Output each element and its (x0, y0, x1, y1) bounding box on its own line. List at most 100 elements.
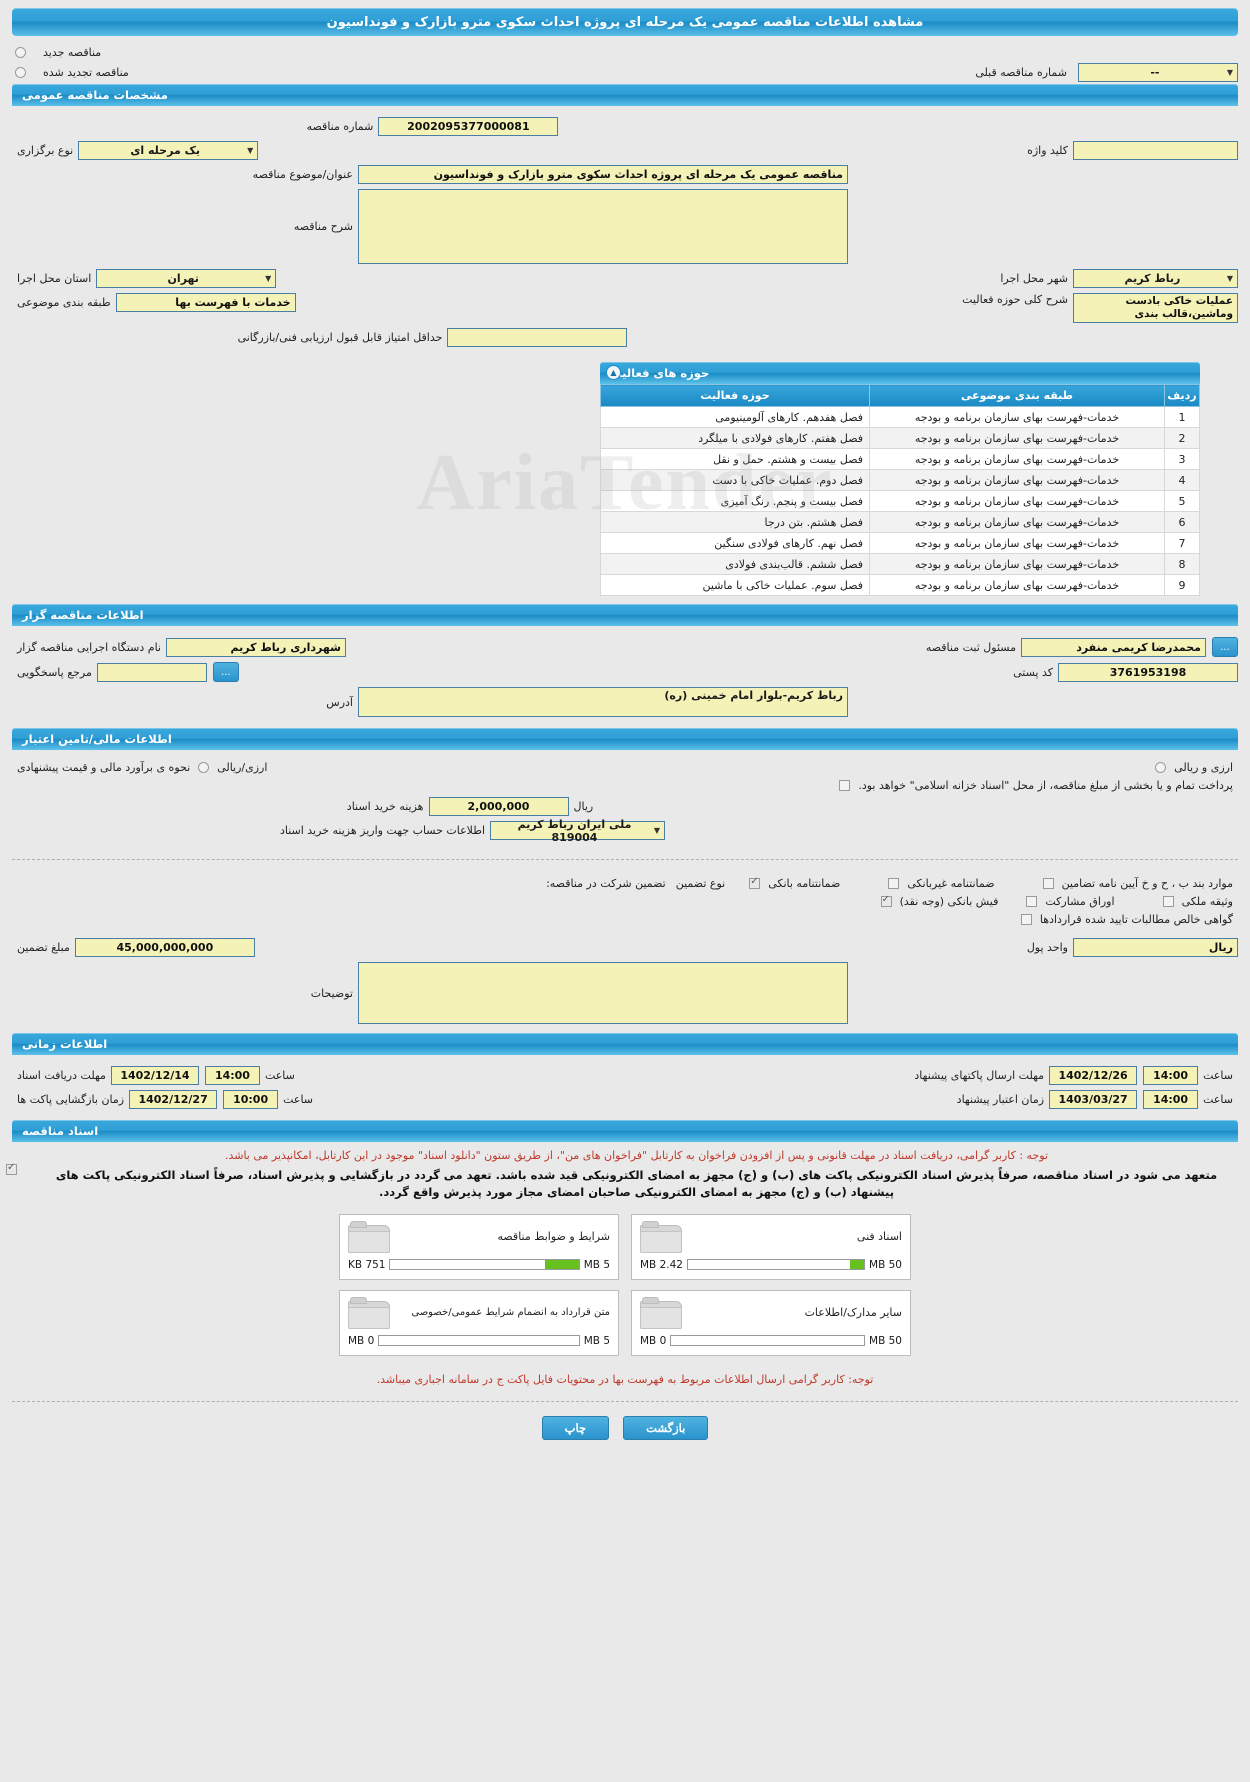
cell-category: خدمات-فهرست بهای سازمان برنامه و بودجه (869, 448, 1165, 470)
guarantee-option-3-checkbox[interactable] (1042, 878, 1054, 889)
section-documents-title: اسناد مناقصه (22, 1124, 99, 1138)
chevron-down-icon: ▼ (653, 826, 661, 835)
tender-type-area: مناقصه جدید ▼ -- شماره مناقصه قبلی مناقص… (0, 36, 1250, 84)
back-button[interactable]: بازگشت (623, 1415, 709, 1440)
row-guarantee-1: موارد بند ب ، ح و خ آیین نامه تضامین ضما… (12, 876, 1238, 890)
file-box-other-docs[interactable]: سایر مدارک/اطلاعات 50 MB 0 MB (631, 1289, 911, 1356)
radio-renewed-tender[interactable] (15, 66, 26, 78)
address-label: آدرس (326, 695, 353, 709)
guarantee-option-6-checkbox[interactable] (1162, 896, 1174, 907)
city-select[interactable]: ▼ رباط کریم (1073, 269, 1238, 288)
address-textarea[interactable]: رباط کریم-بلوار امام خمینی (ره) (358, 687, 848, 717)
agency-picker-button[interactable]: ... (1212, 637, 1238, 657)
hold-type-value: یک مرحله ای (130, 144, 200, 157)
opening-date[interactable]: 1402/12/27 (129, 1090, 218, 1109)
hold-type-select[interactable]: ▼ یک مرحله ای (78, 141, 259, 160)
row-hold-type: کلید واژه ▼ یک مرحله ای نوع برگزاری (12, 141, 1238, 160)
guarantee-option-4-checkbox[interactable] (880, 894, 892, 907)
section-finance-title: اطلاعات مالی/تامین اعتبار (22, 732, 172, 746)
doc-cost-unit: ریال (573, 800, 594, 813)
cell-area: فصل بیست و هشتم. حمل و نقل (600, 448, 870, 470)
footer-buttons: بازگشت چاپ (0, 1415, 1250, 1440)
file-box-contract-text[interactable]: متن قرارداد به انضمام شرایط عمومی/خصوصی … (339, 1289, 619, 1356)
tender-no-value[interactable]: 2002095377000081 (378, 117, 559, 136)
guarantee-type-label: نوع تضمین (675, 877, 726, 890)
file-name: اسناد فنی (856, 1230, 902, 1243)
divider (12, 859, 1238, 860)
row-subject: مناقصه عمومی یک مرحله ای پروژه احداث سکو… (12, 165, 1238, 184)
file-progress (687, 1259, 866, 1270)
file-size: 0 MB (348, 1334, 375, 1347)
chevron-down-icon: ▼ (1226, 67, 1233, 77)
row-min-score: حداقل امتیاز قابل قبول ارزیابی فنی/بازرگ… (12, 328, 1238, 347)
chevron-down-icon: ▼ (265, 274, 272, 283)
table-row: 4 خدمات-فهرست بهای سازمان برنامه و بودجه ف… (600, 469, 1200, 491)
activity-summary-label: شرح کلی حوزه فعالیت (962, 293, 1068, 306)
account-value: ملی ایران رباط کریم 819004 (517, 817, 632, 844)
file-size: 751 KB (348, 1258, 386, 1271)
contact-picker-button[interactable]: ... (212, 662, 239, 682)
keyword-input[interactable] (1073, 141, 1238, 160)
guarantee-amount-value[interactable]: 45,000,000,000 (74, 938, 255, 957)
prev-tender-select[interactable]: ▼ -- (1078, 62, 1238, 82)
row-guarantee-3: گواهی خالص مطالبات تایید شده قراردادها (12, 913, 1238, 926)
guarantee-option-5-checkbox[interactable] (1026, 896, 1038, 907)
file-box-terms[interactable]: شرایط و ضوابط مناقصه 5 MB 751 KB (339, 1213, 619, 1280)
validity-date[interactable]: 1403/03/27 (1049, 1090, 1138, 1109)
guarantee-notes-label: توضیحات (310, 986, 353, 1000)
radio-both-currency[interactable] (1155, 762, 1167, 773)
doc-receive-date[interactable]: 1402/12/14 (110, 1066, 199, 1085)
min-score-input[interactable] (447, 328, 628, 347)
documents-accept-checkbox[interactable] (6, 1162, 17, 1175)
guarantee-option-1-label: ضمانتنامه بانکی (768, 877, 841, 890)
doc-receive-time[interactable]: 14:00 (204, 1066, 260, 1085)
guarantee-option-2-checkbox[interactable] (888, 878, 900, 889)
proposal-send-time-label: ساعت (1203, 1069, 1233, 1082)
collapse-icon[interactable]: ▲ (606, 365, 621, 380)
cell-area: فصل ششم. قالب‌بندی فولادی (600, 553, 870, 575)
file-name: شرایط و ضوابط مناقصه (497, 1230, 611, 1243)
guarantee-option-7-label: گواهی خالص مطالبات تایید شده قراردادها (1039, 913, 1233, 926)
subject-input[interactable]: مناقصه عمومی یک مرحله ای پروژه احداث سکو… (358, 165, 848, 184)
row-account: ▼ ملی ایران رباط کریم 819004 اطلاعات حسا… (12, 818, 1238, 844)
cell-no: 9 (1164, 574, 1200, 596)
row-category: عملیات خاکی بادست وماشین،قالب بندی شرح ک… (12, 293, 1238, 323)
currency-value[interactable]: ریال (1073, 938, 1238, 957)
account-select[interactable]: ▼ ملی ایران رباط کریم 819004 (490, 818, 666, 844)
registrar-value[interactable]: محمدرضا کریمی منفرد (1021, 637, 1206, 657)
description-textarea[interactable] (358, 189, 848, 264)
radio-rial-currency[interactable] (198, 762, 210, 773)
cell-no: 5 (1164, 490, 1200, 512)
opening-time[interactable]: 10:00 (223, 1090, 279, 1109)
file-boxes-row-2: سایر مدارک/اطلاعات 50 MB 0 MB متن قراردا… (0, 1289, 1250, 1356)
guarantee-option-7-checkbox[interactable] (1020, 914, 1032, 925)
contact-value[interactable] (96, 662, 207, 682)
row-address: رباط کریم-بلوار امام خمینی (ره) آدرس (12, 687, 1238, 717)
row-timing-2: ساعت 14:00 1403/03/27 زمان اعتبار پیشنها… (12, 1090, 1238, 1109)
table-row: 1 خدمات-فهرست بهای سازمان برنامه و بودجه ف… (600, 406, 1200, 428)
category-value[interactable]: خدمات با فهرست بها (115, 293, 296, 312)
validity-time[interactable]: 14:00 (1143, 1090, 1199, 1109)
treasury-checkbox[interactable] (839, 780, 851, 791)
guarantee-notes-textarea[interactable] (358, 962, 848, 1024)
print-button[interactable]: چاپ (541, 1415, 610, 1440)
proposal-send-label: مهلت ارسال پاکتهای پیشنهاد (914, 1069, 1045, 1082)
file-max: 5 MB (583, 1258, 610, 1271)
guarantee-option-6-label: وثیقه ملکی (1181, 895, 1233, 908)
subject-label: عنوان/موضوع مناقصه (252, 168, 353, 181)
doc-cost-value[interactable]: 2,000,000 (428, 797, 569, 816)
file-box-tech-docs[interactable]: اسناد فنی 50 MB 2.42 MB (631, 1213, 911, 1280)
category-label: طبقه بندی موضوعی (17, 296, 111, 309)
folder-icon (640, 1296, 682, 1329)
activity-summary-input[interactable]: عملیات خاکی بادست وماشین،قالب بندی (1073, 293, 1238, 323)
proposal-send-date[interactable]: 1402/12/26 (1049, 1066, 1138, 1085)
radio-new-tender[interactable] (15, 46, 26, 58)
section-general-specs: مشخصات مناقصه عمومی (12, 84, 1238, 106)
guarantee-option-1-checkbox[interactable] (749, 876, 761, 889)
cell-category: خدمات-فهرست بهای سازمان برنامه و بودجه (869, 406, 1165, 428)
proposal-send-time[interactable]: 14:00 (1143, 1066, 1199, 1085)
agency-value[interactable]: شهرداری رباط کریم (165, 637, 346, 657)
postal-value[interactable]: 3761953198 (1058, 662, 1238, 682)
validity-label: زمان اعتبار پیشنهاد (956, 1093, 1045, 1106)
province-select[interactable]: ▼ تهران (96, 269, 277, 288)
